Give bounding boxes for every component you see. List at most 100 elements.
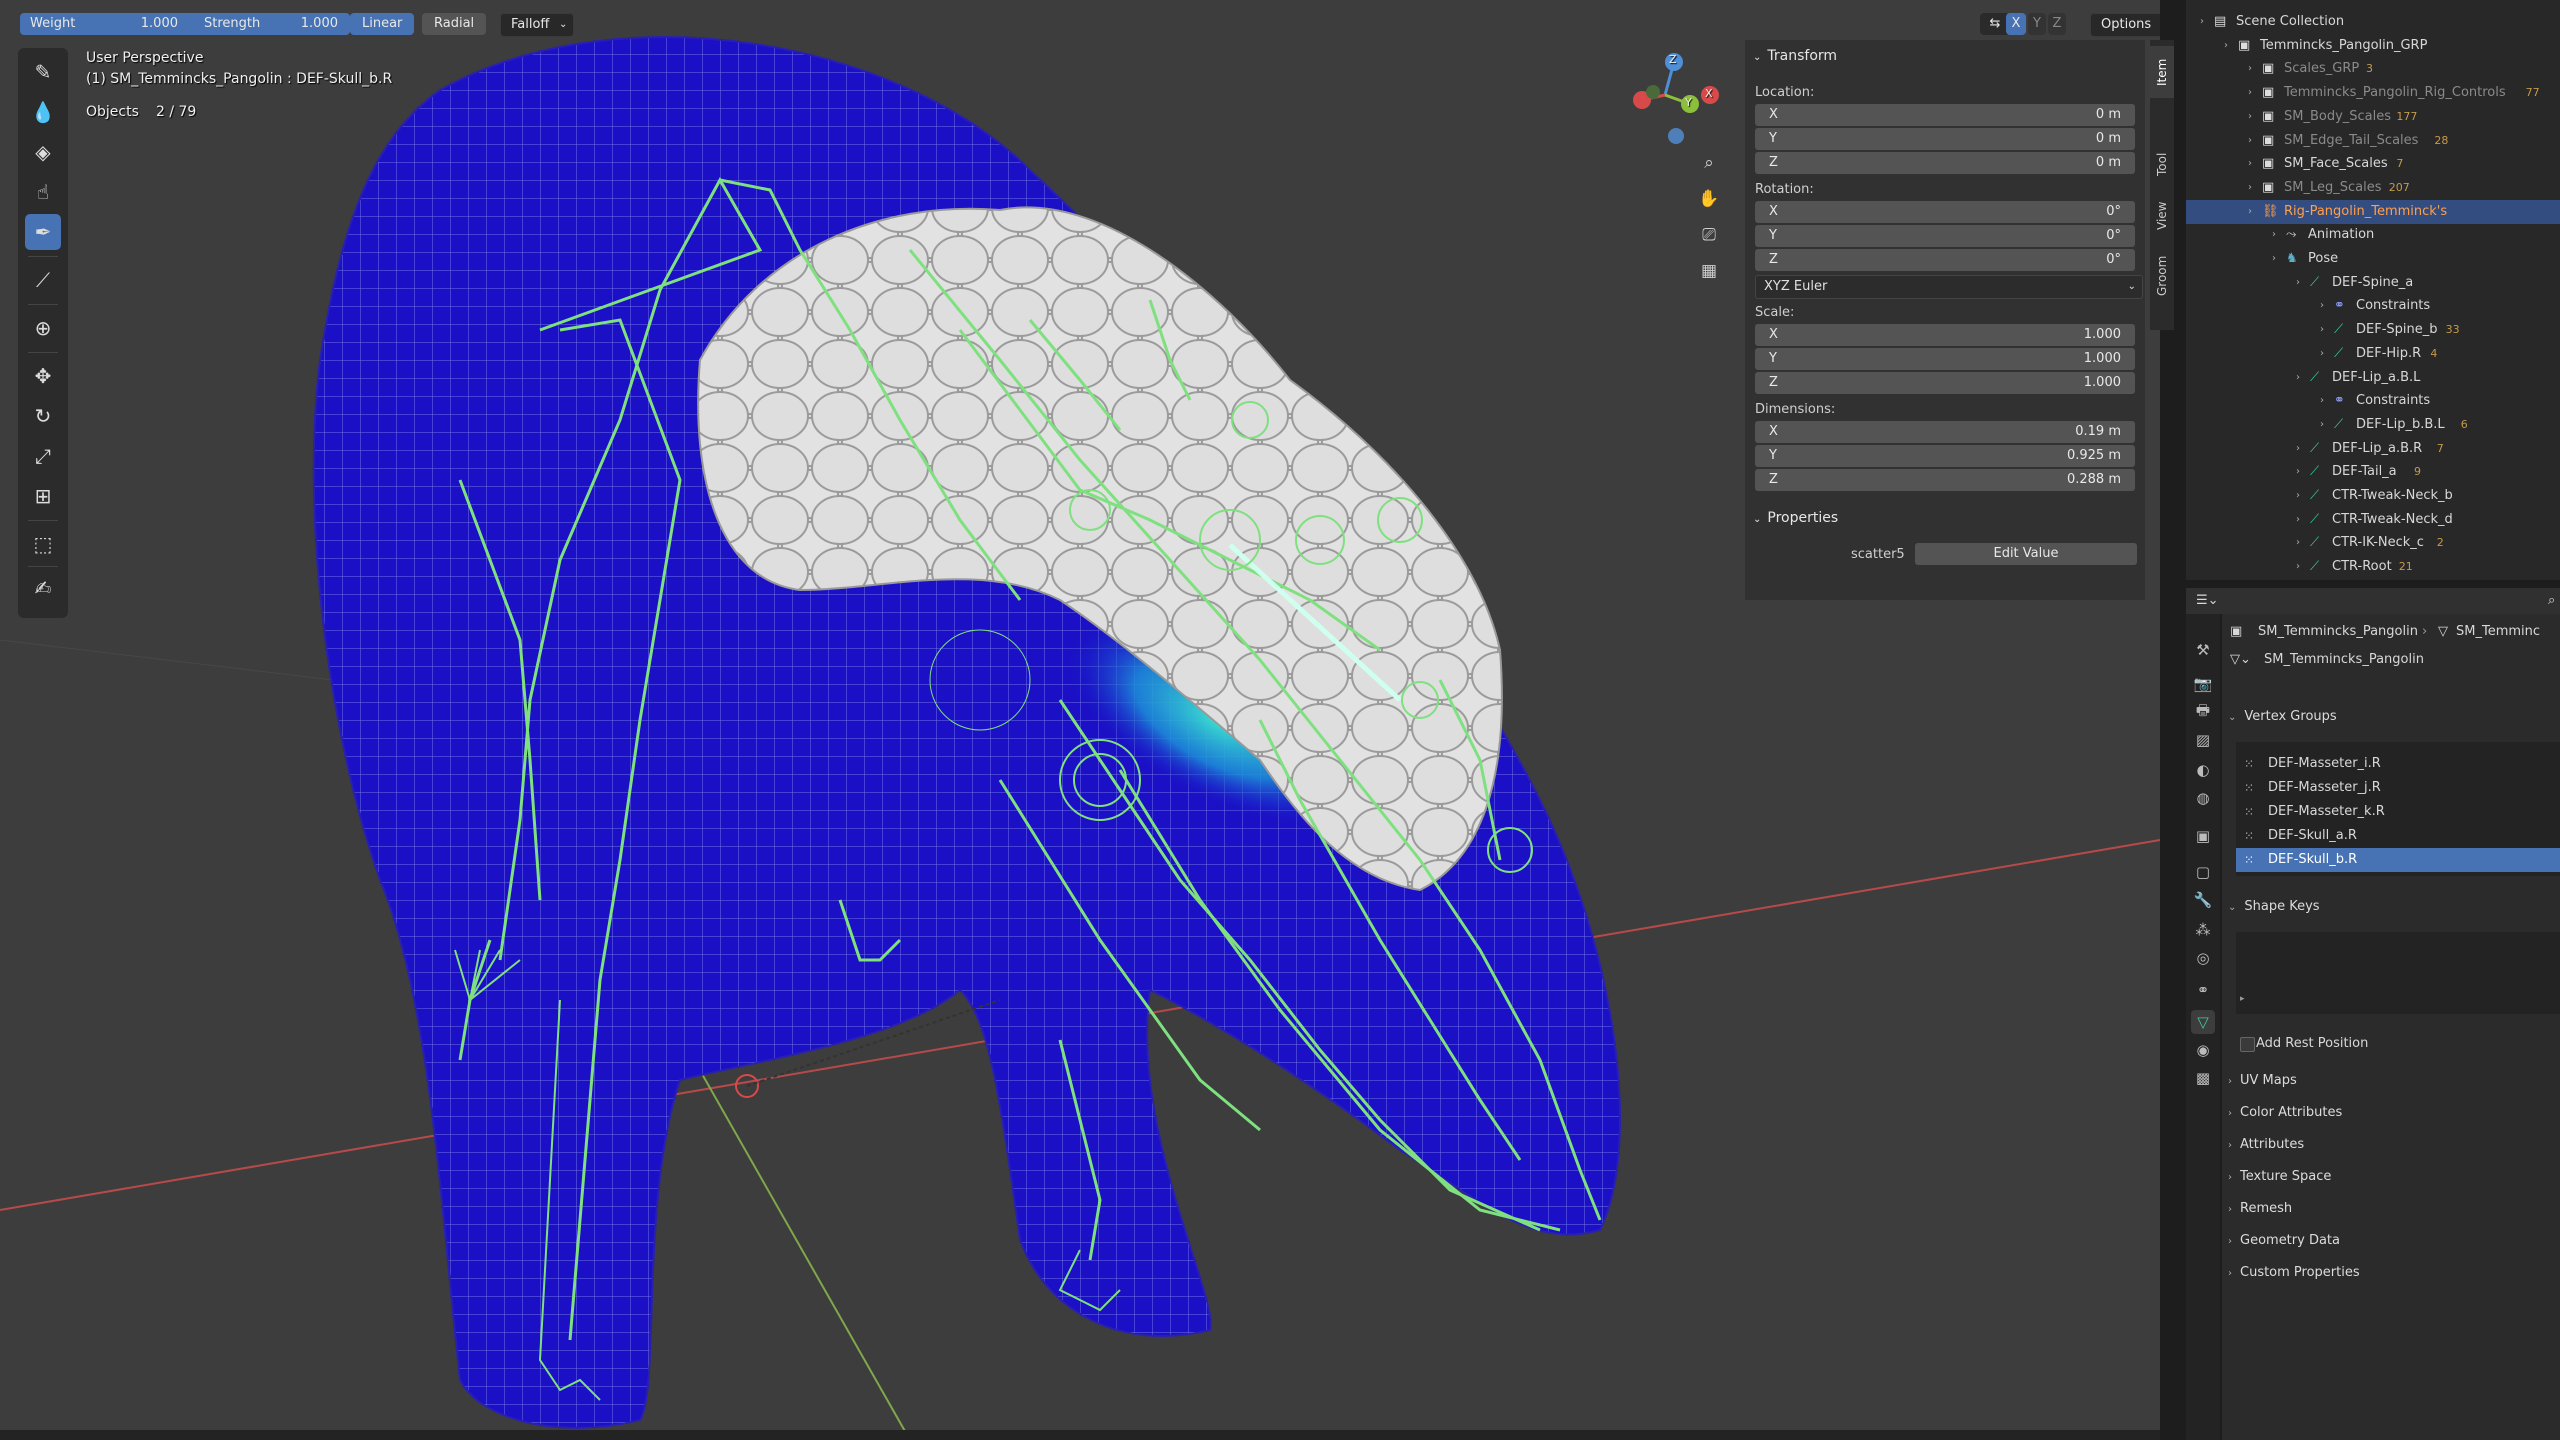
vertex-groups-panel-header[interactable]: ⌄ Vertex Groups [2228, 704, 2560, 730]
cursor-icon[interactable]: ⊕ [25, 310, 61, 346]
expand-arrow-icon[interactable]: › [2200, 10, 2204, 34]
outliner-row[interactable]: › ⟋ DEF-Lip_a.B.R 7 [2186, 437, 2560, 461]
average-brush-icon[interactable]: ◈ [25, 134, 61, 170]
expand-arrow-icon[interactable]: › [2296, 531, 2300, 555]
dimensions-y-field[interactable]: Y 0.925 m [1755, 445, 2135, 467]
rotation-y-field[interactable]: Y 0° [1755, 225, 2135, 247]
shape-keys-panel-header[interactable]: ⌄ Shape Keys [2228, 894, 2560, 920]
add-rest-position-checkbox[interactable] [2240, 1037, 2255, 1052]
properties-tab-particles-icon[interactable]: ⁂ [2191, 918, 2215, 942]
expand-arrow-icon[interactable]: › [2248, 176, 2252, 200]
outliner-row[interactable]: › ⤳ Animation [2186, 223, 2560, 247]
properties-tab-scene-icon[interactable]: ◐ [2191, 758, 2215, 782]
properties-tab-texture-icon[interactable]: ▩ [2191, 1066, 2215, 1090]
properties-tab-constraints-icon[interactable]: ⚭ [2191, 978, 2215, 1002]
annotate-icon[interactable]: ✍ [25, 570, 61, 606]
properties-tab-render-icon[interactable]: 📷 [2191, 672, 2215, 696]
vertex-group-list[interactable]: ⁙ DEF-Masseter_i.R ⁙ DEF-Masseter_j.R ⁙ DEF… [2236, 742, 2560, 876]
vertex-group-row[interactable]: ⁙ DEF-Masseter_j.R [2236, 776, 2560, 800]
expand-arrow-icon[interactable]: › [2248, 152, 2252, 176]
location-x-field[interactable]: X 0 m [1755, 104, 2135, 126]
geometry-data-panel-header[interactable]: › Geometry Data [2228, 1228, 2560, 1254]
properties-panel-header[interactable]: ⌄ Properties [1753, 510, 1838, 526]
properties-tab-data-icon[interactable]: ▽ [2191, 1010, 2215, 1034]
expand-arrow-icon[interactable]: › [2296, 508, 2300, 532]
properties-tab-view-layer-icon[interactable]: ▨ [2191, 728, 2215, 752]
scale-x-field[interactable]: X 1.000 [1755, 324, 2135, 346]
breadcrumb-data[interactable]: SM_Temminc [2456, 624, 2540, 639]
expand-arrow-icon[interactable]: › [2320, 318, 2324, 342]
outliner-row[interactable]: › ⟋ DEF-Tail_a 9 [2186, 460, 2560, 484]
select-box-icon[interactable]: ⬚ [25, 526, 61, 562]
scale-icon[interactable]: ⤢ [25, 438, 61, 474]
expand-arrow-icon[interactable]: › [2248, 57, 2252, 81]
falloff-linear-toggle[interactable]: Linear [350, 13, 415, 35]
options-dropdown[interactable]: Options ⌄ [2090, 13, 2160, 37]
expand-arrow-icon[interactable]: › [2224, 34, 2228, 58]
outliner-row[interactable]: › ⚭ Constraints [2186, 389, 2560, 413]
gizmo-x-label[interactable]: X [1705, 87, 1713, 100]
outliner-row[interactable]: › ▣ Temmincks_Pangolin_GRP [2186, 34, 2560, 58]
outliner-row[interactable]: › ⟋ DEF-Spine_b 33 [2186, 318, 2560, 342]
rotation-x-field[interactable]: X 0° [1755, 201, 2135, 223]
search-icon[interactable]: ⌕ [2548, 593, 2555, 608]
mesh-data-icon[interactable]: ▽⌄ [2230, 652, 2251, 667]
expand-arrow-icon[interactable]: › [2248, 200, 2252, 224]
vertex-group-row[interactable]: ⁙ DEF-Skull_a.R [2236, 824, 2560, 848]
transform-panel-header[interactable]: ⌄ Transform [1753, 48, 1837, 64]
move-icon[interactable]: ✥ [25, 358, 61, 394]
expand-arrow-icon[interactable]: › [2272, 247, 2276, 271]
edit-value-button[interactable]: Edit Value [1915, 543, 2137, 565]
custom-properties-panel-header[interactable]: › Custom Properties [2228, 1260, 2560, 1286]
outliner-row[interactable]: › ⚭ Constraints [2186, 294, 2560, 318]
smear-brush-icon[interactable]: ☝ [25, 174, 61, 210]
texture-space-panel-header[interactable]: › Texture Space [2228, 1164, 2560, 1190]
tab-item[interactable]: Item [2150, 46, 2174, 98]
vertex-group-row[interactable]: ⁙ DEF-Masseter_i.R [2236, 752, 2560, 776]
falloff-radial-toggle[interactable]: Radial [422, 13, 487, 35]
strength-slider[interactable]: Strength 1.000 [180, 13, 350, 35]
attributes-panel-header[interactable]: › Attributes [2228, 1132, 2560, 1158]
properties-editor-icon[interactable]: ☰⌄ [2196, 593, 2219, 608]
draw-brush-icon[interactable]: ✎ [25, 54, 61, 90]
expand-arrow-icon[interactable]: › [2320, 413, 2324, 437]
shape-key-list[interactable]: ▸ [2236, 932, 2560, 1014]
expand-arrow-icon[interactable]: › [2296, 437, 2300, 461]
properties-tab-collection-icon[interactable]: ▣ [2191, 824, 2215, 848]
outliner-row[interactable]: › ⟋ DEF-Hip.R 4 [2186, 342, 2560, 366]
sample-weight-icon[interactable]: ⟋ [25, 262, 61, 298]
outliner-row[interactable]: › ▣ Temmincks_Pangolin_Rig_Controls 77 [2186, 81, 2560, 105]
expand-arrow-icon[interactable]: ▸ [2240, 994, 2245, 1004]
expand-arrow-icon[interactable]: › [2296, 271, 2300, 295]
mirror-y-toggle[interactable]: Y [2028, 13, 2046, 35]
blur-brush-icon[interactable]: 💧 [25, 94, 61, 130]
remesh-panel-header[interactable]: › Remesh [2228, 1196, 2560, 1222]
rotate-icon[interactable]: ↻ [25, 398, 61, 434]
tab-groom[interactable]: Groom [2150, 246, 2174, 306]
expand-arrow-icon[interactable]: › [2320, 389, 2324, 413]
outliner-row[interactable]: › ⟋ DEF-Lip_a.B.L [2186, 366, 2560, 390]
outliner-row[interactable]: › ⟋ CTR-Tweak-Neck_b [2186, 484, 2560, 508]
location-z-field[interactable]: Z 0 m [1755, 152, 2135, 174]
outliner-row[interactable]: › ⟋ DEF-Spine_a [2186, 271, 2560, 295]
scale-z-field[interactable]: Z 1.000 [1755, 372, 2135, 394]
perspective-grid-icon[interactable]: ▦ [1694, 256, 1724, 286]
vertex-group-row-selected[interactable]: ⁙ DEF-Skull_b.R [2236, 848, 2560, 872]
outliner-row[interactable]: › ▤ Scene Collection [2186, 10, 2560, 34]
breadcrumb-object[interactable]: SM_Temmincks_Pangolin [2258, 624, 2418, 639]
outliner-row[interactable]: › ⛓ Rig-Pangolin_Temminck's [2186, 199, 2560, 224]
expand-arrow-icon[interactable]: › [2296, 555, 2300, 579]
outliner-row[interactable]: › ⟋ DEF-Lip_b.B.L 6 [2186, 413, 2560, 437]
properties-tab-tool-icon[interactable]: ⚒ [2191, 638, 2215, 662]
transform-icon[interactable]: ⊞ [25, 478, 61, 514]
mirror-z-toggle[interactable]: Z [2048, 13, 2066, 35]
outliner-row[interactable]: › ▣ SM_Face_Scales 7 [2186, 152, 2560, 176]
tab-view[interactable]: View [2150, 190, 2174, 242]
camera-view-icon[interactable]: ⎚ [1694, 220, 1724, 250]
expand-arrow-icon[interactable]: › [2248, 81, 2252, 105]
outliner-row[interactable]: › ♞ Pose [2186, 247, 2560, 271]
expand-arrow-icon[interactable]: › [2248, 129, 2252, 153]
outliner-row[interactable]: › ⟋ CTR-Root 21 [2186, 555, 2560, 579]
outliner-row[interactable]: › ⟋ CTR-Tweak-Neck_d [2186, 508, 2560, 532]
weight-brush-icon[interactable]: ✒ [25, 214, 61, 250]
